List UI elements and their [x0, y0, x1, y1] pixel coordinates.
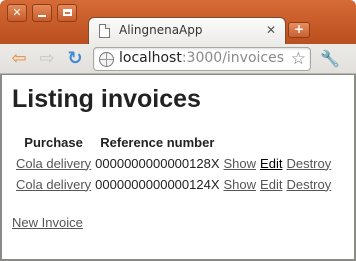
reference-cell: 0000000000000124X — [95, 176, 220, 192]
reload-icon[interactable]: ↻ — [64, 49, 86, 69]
maximize-icon — [62, 9, 72, 16]
page-content: Listing invoices Purchase Reference numb… — [2, 75, 354, 259]
destroy-link[interactable]: Destroy — [286, 177, 331, 192]
column-header-actions — [223, 133, 258, 151]
address-url[interactable]: localhost:3000/invoices — [119, 50, 284, 66]
purchase-cell[interactable]: Cola delivery — [15, 154, 92, 172]
destroy-cell[interactable]: Destroy — [285, 175, 332, 193]
bookmark-star-icon[interactable]: ☆ — [291, 49, 306, 69]
page-icon — [99, 24, 110, 38]
column-header-purchase: Purchase — [24, 134, 83, 150]
new-tab-button[interactable]: + — [288, 22, 310, 38]
globe-icon — [99, 52, 114, 67]
tab-close-icon[interactable]: ✕ — [266, 23, 276, 37]
new-invoice-link[interactable]: New Invoice — [12, 215, 83, 230]
column-header-actions — [285, 133, 332, 151]
url-host: localhost — [119, 50, 182, 66]
window-close-button[interactable]: ✕ — [7, 4, 27, 22]
show-cell[interactable]: Show — [223, 154, 258, 172]
table-header-row: Purchase Reference number — [15, 133, 332, 151]
edit-link[interactable]: Edit — [260, 177, 282, 192]
wrench-icon[interactable]: 🔧 — [320, 49, 340, 68]
window-minimize-button[interactable] — [32, 4, 52, 22]
tab-title: AlingnenaApp — [119, 23, 203, 37]
purchase-link[interactable]: Cola delivery — [16, 177, 91, 192]
purchase-link[interactable]: Cola delivery — [16, 156, 91, 171]
edit-cell[interactable]: Edit — [259, 154, 283, 172]
page-title: Listing invoices — [12, 85, 201, 113]
browser-window: ✕ AlingnenaApp ✕ + ⇦ ⇨ ↻ localhost:3000/… — [0, 0, 356, 261]
destroy-cell[interactable]: Destroy — [285, 154, 332, 172]
show-cell[interactable]: Show — [223, 175, 258, 193]
browser-toolbar: ⇦ ⇨ ↻ localhost:3000/invoices ☆ 🔧 — [0, 44, 356, 74]
column-header-actions — [259, 133, 283, 151]
reference-cell: 0000000000000128X — [95, 155, 220, 171]
column-header-reference: Reference number — [100, 134, 215, 150]
back-arrow-icon[interactable]: ⇦ — [8, 49, 30, 69]
forward-arrow-icon[interactable]: ⇨ — [36, 49, 58, 69]
window-maximize-button[interactable] — [57, 4, 77, 22]
browser-tab[interactable]: AlingnenaApp ✕ — [88, 17, 286, 45]
url-path: :3000/invoices — [181, 50, 285, 66]
title-bar: ✕ AlingnenaApp ✕ + — [0, 0, 356, 45]
table-row: Cola delivery 0000000000000128X Show Edi… — [15, 154, 332, 172]
show-link[interactable]: Show — [224, 177, 257, 192]
destroy-link[interactable]: Destroy — [286, 156, 331, 171]
edit-link[interactable]: Edit — [260, 156, 282, 171]
minimize-icon — [38, 15, 46, 17]
show-link[interactable]: Show — [224, 156, 257, 171]
table-row: Cola delivery 0000000000000124X Show Edi… — [15, 175, 332, 193]
edit-cell[interactable]: Edit — [259, 175, 283, 193]
purchase-cell[interactable]: Cola delivery — [15, 175, 92, 193]
address-bar[interactable]: localhost:3000/invoices ☆ — [93, 47, 311, 71]
invoices-table: Purchase Reference number Cola delivery … — [13, 130, 334, 196]
